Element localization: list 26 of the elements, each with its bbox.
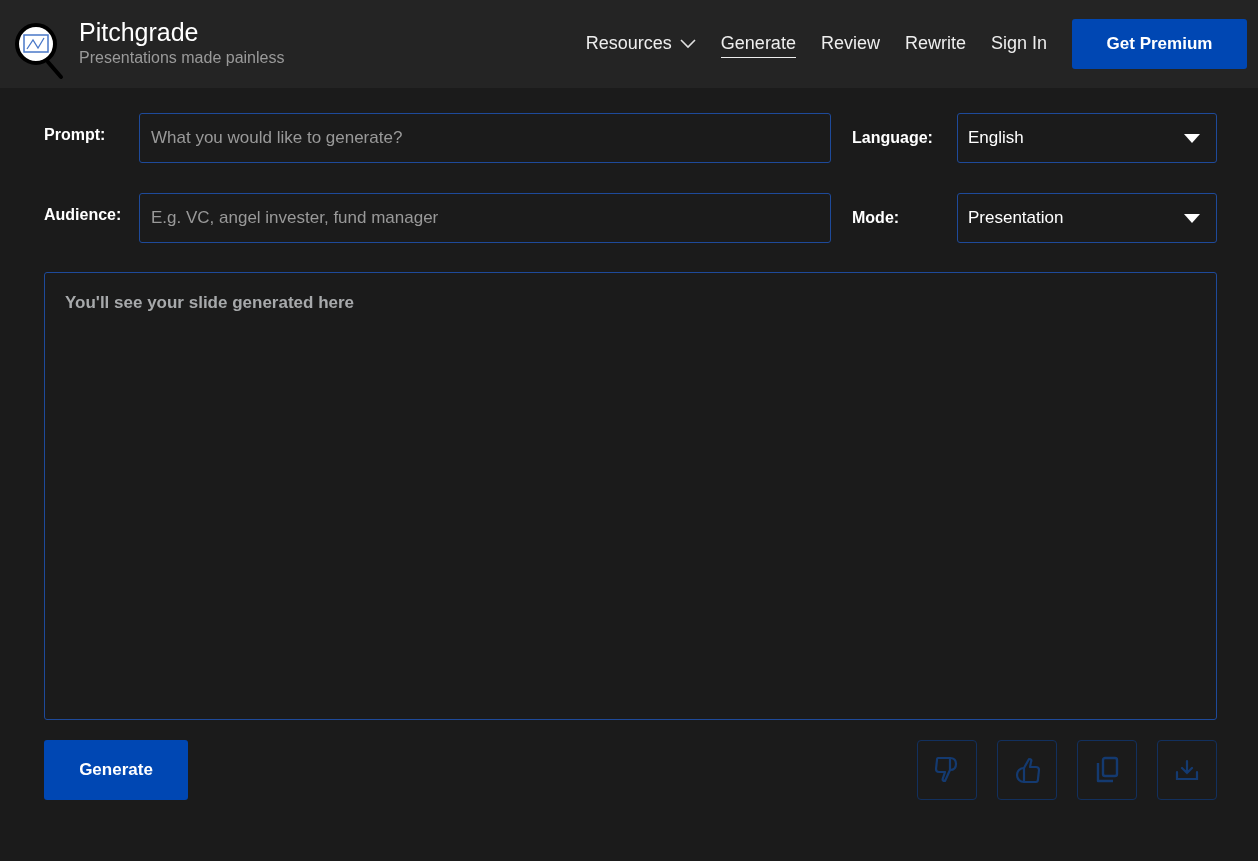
nav-link[interactable]: Review: [820, 30, 880, 58]
nav-link[interactable]: Rewrite: [904, 30, 966, 58]
brand-name[interactable]: Pitchgrade: [79, 17, 285, 47]
caret-down-icon: [1184, 213, 1200, 223]
nav-link[interactable]: Sign In: [990, 30, 1047, 58]
magnifier-chart-icon: [14, 22, 66, 80]
input-field[interactable]: What you would like to generate?: [139, 113, 831, 163]
field-label: Mode:: [852, 209, 901, 227]
download-icon: [1175, 759, 1199, 781]
output-field[interactable]: You'll see your slide generated here: [44, 272, 1217, 720]
copy-icon: [1095, 756, 1119, 784]
field-label: Audience:: [44, 206, 123, 224]
field-label: Prompt:: [44, 126, 107, 144]
thumbs-up-icon: [1014, 756, 1040, 784]
dropdown-select[interactable]: English: [957, 113, 1217, 163]
dropdown-select[interactable]: Presentation: [957, 193, 1217, 243]
get-premium-button[interactable]: Get Premium: [1072, 19, 1247, 69]
input-field[interactable]: E.g. VC, angel invester, fund manager: [139, 193, 831, 243]
caret-down-icon: [1184, 133, 1200, 143]
chevron-down-icon: [679, 38, 696, 49]
generate-button[interactable]: Generate: [44, 740, 188, 800]
nav-link[interactable]: Generate: [720, 30, 796, 58]
tagline: Presentations made painless: [79, 48, 285, 67]
resources-menu[interactable]: Resources: [585, 30, 696, 58]
field-label: Language:: [852, 129, 934, 147]
thumbs-down-icon: [934, 756, 960, 784]
